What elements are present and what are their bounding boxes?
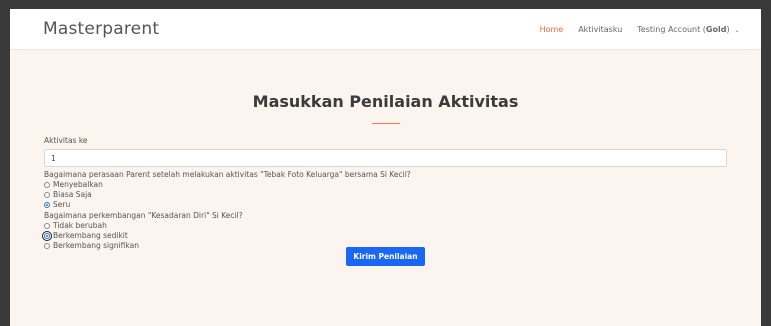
radio-icon[interactable]	[44, 243, 50, 249]
submit-wrap: Kirim Penilaian	[44, 247, 727, 266]
question-feeling: Bagaimana perasaan Parent setelah melaku…	[44, 170, 411, 179]
option-menyebalkan[interactable]: Menyebalkan	[44, 180, 727, 190]
nav-activities[interactable]: Aktivitasku	[578, 25, 622, 34]
rating-form: Aktivitas ke 1 Bagaimana perasaan Parent…	[42, 136, 727, 266]
activity-input[interactable]: 1	[44, 149, 727, 167]
radio-icon[interactable]	[44, 192, 50, 198]
radio-icon[interactable]	[44, 182, 50, 188]
activity-label: Aktivitas ke	[44, 136, 88, 145]
title-underline	[371, 123, 400, 124]
activity-value: 1	[51, 153, 56, 163]
submit-button[interactable]: Kirim Penilaian	[346, 247, 425, 266]
navbar: Masterparent Home Aktivitasku Testing Ac…	[10, 9, 761, 50]
option-label: Berkembang signifikan	[53, 241, 139, 250]
radio-checked-icon[interactable]	[42, 231, 52, 241]
brand-logo[interactable]: Masterparent	[43, 19, 159, 39]
radio-checked-icon[interactable]	[44, 202, 50, 208]
option-tidak-berubah[interactable]: Tidak berubah	[44, 221, 727, 231]
nav-menu: Home Aktivitasku Testing Account (Gold) …	[540, 25, 740, 34]
option-label: Menyebalkan	[53, 180, 103, 189]
browser-viewport: Masterparent Home Aktivitasku Testing Ac…	[10, 9, 761, 326]
option-seru[interactable]: Seru	[44, 200, 727, 210]
account-suffix: )	[726, 24, 730, 34]
account-prefix: Testing Account (	[637, 24, 706, 34]
option-label: Berkembang sedikit	[53, 231, 128, 240]
option-berkembang-sedikit[interactable]: Berkembang sedikit	[42, 231, 727, 241]
account-menu[interactable]: Testing Account (Gold) ⌄	[637, 25, 740, 34]
option-label: Tidak berubah	[53, 221, 107, 230]
option-label: Biasa Saja	[53, 190, 92, 199]
radio-icon[interactable]	[44, 223, 50, 229]
option-biasa-saja[interactable]: Biasa Saja	[44, 190, 727, 200]
chevron-down-icon: ⌄	[734, 25, 740, 34]
nav-home[interactable]: Home	[540, 25, 564, 34]
account-tier: Gold	[705, 24, 727, 34]
option-label: Seru	[53, 200, 71, 209]
page-title: Masukkan Penilaian Aktivitas	[252, 92, 519, 111]
question-development: Bagaimana perkembangan "Kesadaran Diri" …	[44, 211, 243, 220]
